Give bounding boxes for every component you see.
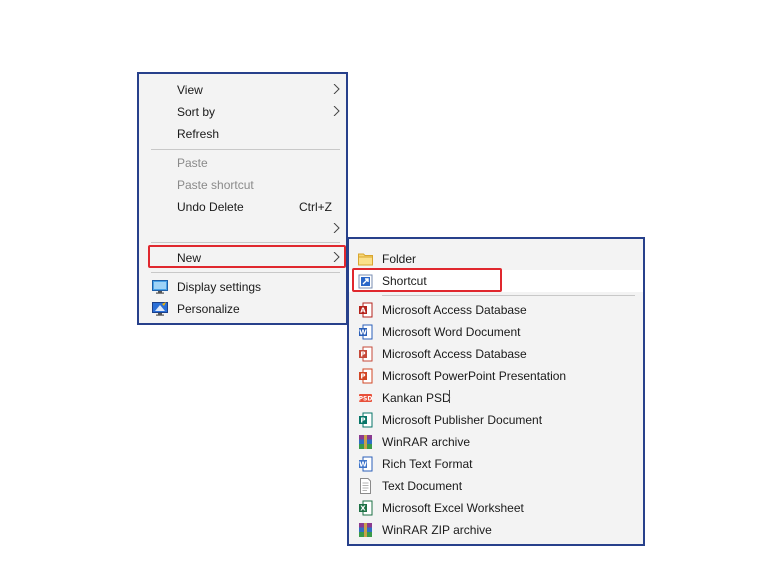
excel-icon: X [359, 500, 373, 516]
svg-text:P: P [360, 351, 365, 359]
svg-text:P: P [360, 417, 365, 425]
submenu-item-label: Microsoft Excel Worksheet [382, 501, 524, 515]
submenu-item-shortcut[interactable]: Shortcut [349, 270, 643, 292]
psd-icon: PSD [359, 394, 373, 403]
menu-item-view-label: View [177, 83, 203, 97]
menu-item-display-settings-label: Display settings [177, 280, 262, 294]
submenu-item-publisher[interactable]: P Microsoft Publisher Document [349, 409, 643, 431]
submenu-item-kankan-psd[interactable]: PSD Kankan PSD [349, 387, 643, 409]
chevron-right-icon [333, 106, 340, 116]
menu-item-sort-by[interactable]: Sort by [139, 101, 346, 123]
menu-item-paste-shortcut[interactable]: Paste shortcut [139, 174, 346, 196]
publisher-icon: P [359, 412, 373, 428]
text-document-icon [360, 478, 371, 494]
desktop-context-menu: View Sort by Refresh Paste Paste shortcu… [137, 72, 348, 325]
menu-item-paste-shortcut-label: Paste shortcut [177, 178, 254, 192]
svg-text:X: X [360, 505, 366, 513]
new-submenu: Folder Shortcut A Microsoft Access Datab… [347, 237, 645, 546]
menu-item-undo-delete-shortcut: Ctrl+Z [299, 200, 332, 214]
winrar-zip-icon [359, 523, 372, 537]
submenu-item-folder[interactable]: Folder [349, 248, 643, 270]
menu-item-display-settings[interactable]: Display settings [139, 276, 346, 298]
svg-text:W: W [359, 461, 367, 469]
display-settings-icon [152, 280, 168, 294]
menu-item-sort-by-label: Sort by [177, 105, 216, 119]
shortcut-icon [358, 274, 373, 289]
menu-item-new-label: New [177, 251, 202, 265]
menu-item-refresh-label: Refresh [177, 127, 220, 141]
menu-item-new[interactable]: New [139, 247, 346, 269]
submenu-item-label: Text Document [382, 479, 463, 493]
submenu-item-label: Microsoft PowerPoint Presentation [382, 369, 567, 383]
submenu-item-winrar-zip[interactable]: WinRAR ZIP archive [349, 519, 643, 541]
powerpoint-icon: P [359, 368, 373, 384]
submenu-item-access-database-2[interactable]: P Microsoft Access Database [349, 343, 643, 365]
submenu-item-excel-worksheet[interactable]: X Microsoft Excel Worksheet [349, 497, 643, 519]
text-cursor [449, 390, 450, 403]
chevron-right-icon [333, 252, 340, 262]
access-icon: A [359, 302, 373, 318]
menu-item-paste-label: Paste [177, 156, 208, 170]
word-icon: W [359, 324, 373, 340]
svg-text:P: P [360, 373, 365, 381]
menu-item-paste[interactable]: Paste [139, 152, 346, 174]
menu-item-refresh[interactable]: Refresh [139, 123, 346, 145]
menu-item-personalize[interactable]: Personalize [139, 298, 346, 320]
rtf-icon: W [359, 456, 373, 472]
menu-separator [151, 242, 340, 243]
submenu-item-label: Microsoft Access Database [382, 347, 527, 361]
menu-separator [151, 149, 340, 150]
submenu-item-winrar-archive[interactable]: WinRAR archive [349, 431, 643, 453]
submenu-item-powerpoint[interactable]: P Microsoft PowerPoint Presentation [349, 365, 643, 387]
menu-item-personalize-label: Personalize [177, 302, 240, 316]
submenu-item-label: Microsoft Access Database [382, 303, 527, 317]
submenu-item-text-document[interactable]: Text Document [349, 475, 643, 497]
personalize-icon [152, 302, 168, 316]
submenu-item-label: Shortcut [382, 274, 427, 288]
menu-item-undo-delete[interactable]: Undo Delete Ctrl+Z [139, 196, 346, 218]
menu-item-undo-delete-label: Undo Delete [177, 200, 244, 214]
submenu-separator [382, 295, 635, 296]
chevron-right-icon [333, 84, 340, 94]
submenu-item-label: WinRAR ZIP archive [382, 523, 492, 537]
menu-separator [151, 272, 340, 273]
menu-item-view[interactable]: View [139, 79, 346, 101]
chevron-right-icon [333, 223, 340, 233]
submenu-item-rich-text[interactable]: W Rich Text Format [349, 453, 643, 475]
submenu-item-label: Folder [382, 252, 417, 266]
svg-text:W: W [359, 329, 367, 337]
submenu-item-access-database[interactable]: A Microsoft Access Database [349, 299, 643, 321]
submenu-item-label: Kankan PSD [382, 391, 451, 405]
menu-item-blank-submenu[interactable] [139, 218, 346, 240]
access-icon: P [359, 346, 373, 362]
svg-text:A: A [360, 307, 366, 315]
winrar-icon [359, 435, 372, 449]
submenu-item-word-document[interactable]: W Microsoft Word Document [349, 321, 643, 343]
folder-icon [358, 253, 373, 266]
submenu-item-label: Rich Text Format [382, 457, 473, 471]
submenu-item-label: Microsoft Publisher Document [382, 413, 543, 427]
svg-text:PSD: PSD [359, 396, 373, 403]
submenu-item-label: Microsoft Word Document [382, 325, 521, 339]
submenu-item-label: WinRAR archive [382, 435, 471, 449]
